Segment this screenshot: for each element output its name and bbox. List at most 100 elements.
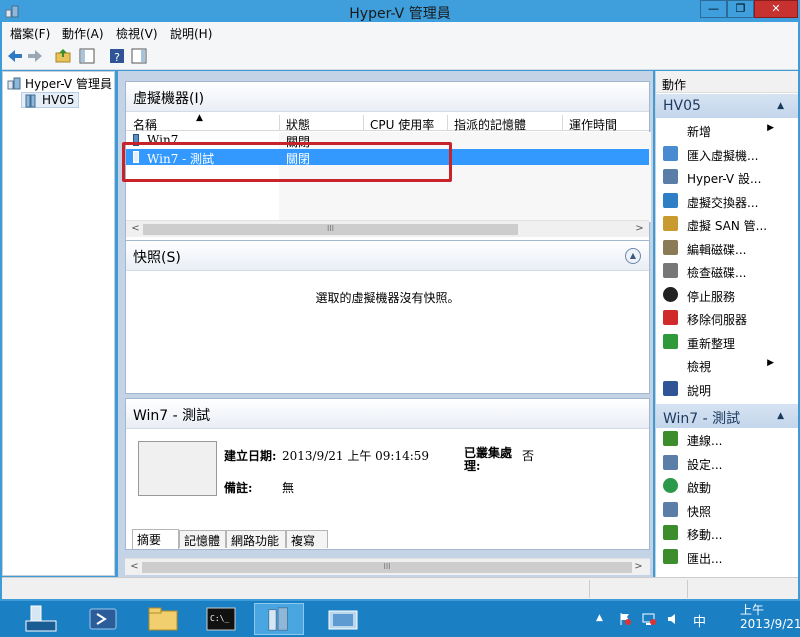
submenu-arrow-icon: ▶ (767, 123, 774, 133)
action-item[interactable]: 虛擬 SAN 管... (656, 213, 798, 236)
clustered-label: 已叢集處 理: (464, 446, 513, 473)
ime-indicator[interactable]: 中 (693, 611, 706, 630)
tab-networking[interactable]: 網路功能 (226, 530, 286, 548)
collapse-icon[interactable]: ▲ (625, 248, 641, 264)
actions-section-server[interactable]: HV05 ▲ (656, 94, 798, 118)
scroll-left-arrow[interactable]: < (128, 222, 143, 237)
action-item[interactable]: 匯出... (656, 546, 798, 569)
scroll-right-arrow[interactable]: > (631, 560, 646, 575)
collapse-icon[interactable]: ▲ (777, 411, 784, 421)
column-divider[interactable] (363, 115, 364, 131)
tab-memory[interactable]: 記憶體 (179, 530, 226, 548)
san-icon (663, 216, 678, 231)
scroll-thumb[interactable]: III (142, 562, 632, 573)
settings-icon (663, 454, 678, 470)
action-label: 編輯磁碟... (687, 242, 747, 257)
taskbar-clock[interactable]: 上午 2013/9/21 (740, 603, 800, 631)
tray-expand-icon[interactable]: ▲ (596, 613, 610, 627)
actions-section-vm[interactable]: Win7 - 測試 ▲ (656, 404, 798, 428)
action-label: 檢視 (687, 360, 712, 374)
detail-panel-title: Win7 - 測試 (126, 399, 649, 429)
action-center-flag-icon[interactable] (618, 612, 632, 626)
scroll-thumb[interactable]: III (143, 224, 518, 235)
powershell-icon[interactable] (78, 603, 128, 635)
center-hscrollbar[interactable]: < III > (125, 558, 650, 575)
volume-icon[interactable] (666, 612, 680, 626)
vm-connection-icon[interactable] (318, 603, 368, 635)
action-item[interactable]: 快照 (656, 499, 798, 522)
tab-summary[interactable]: 摘要 (132, 529, 179, 549)
toolbar: ? (2, 42, 798, 70)
clustered-value: 否 (522, 449, 535, 463)
column-divider[interactable] (279, 115, 280, 131)
vm-list-hscrollbar[interactable]: < III > (126, 220, 649, 237)
up-folder-icon[interactable] (54, 47, 72, 65)
scroll-left-arrow[interactable]: < (127, 560, 142, 575)
vm-panel-title: 虛擬機器(I) (126, 82, 649, 112)
title-bar[interactable]: Hyper-V 管理員 — ❐ ✕ (0, 0, 800, 22)
action-label: 移動... (687, 528, 723, 542)
column-memory[interactable]: 指派的記憶體 (454, 116, 526, 133)
remove-icon (663, 310, 678, 325)
menu-help[interactable]: 說明(H) (170, 25, 212, 42)
column-name[interactable]: 名稱 (133, 116, 157, 133)
stop-icon (663, 286, 678, 302)
action-item[interactable]: Hyper-V 設... (656, 166, 798, 189)
action-item[interactable]: 編輯磁碟... (656, 237, 798, 260)
action-item[interactable]: 設定... (656, 452, 798, 475)
network-icon[interactable] (642, 612, 656, 626)
column-uptime[interactable]: 運作時間 (569, 116, 617, 133)
file-explorer-icon[interactable] (138, 603, 188, 635)
column-cpu[interactable]: CPU 使用率 (370, 116, 434, 133)
column-divider[interactable] (562, 115, 563, 131)
menu-file[interactable]: 檔案(F) (10, 25, 50, 42)
server-manager-icon[interactable] (16, 603, 66, 635)
move-icon (663, 525, 678, 540)
section-server-label: HV05 (663, 98, 701, 114)
column-state[interactable]: 狀態 (286, 116, 310, 133)
tab-replication[interactable]: 複寫 (286, 530, 328, 548)
scroll-right-arrow[interactable]: > (632, 222, 647, 237)
svg-text:C:\_: C:\_ (210, 614, 229, 623)
svg-text:?: ? (114, 51, 120, 64)
action-label: 移除伺服器 (687, 313, 748, 327)
action-item[interactable]: 檢視 ▶ (656, 354, 798, 377)
back-icon[interactable] (6, 47, 24, 65)
show-hide-action-pane-icon[interactable] (130, 47, 148, 65)
minimize-button[interactable]: — (700, 0, 727, 18)
snapshot-panel-title: 快照(S) (126, 241, 649, 271)
action-item[interactable]: 移除伺服器 (656, 307, 798, 330)
tree-root-label: Hyper-V 管理員 (25, 77, 112, 91)
action-item[interactable]: 新增 ▶ (656, 119, 798, 142)
action-label: 新增 (687, 125, 712, 139)
action-item[interactable]: 檢查磁碟... (656, 260, 798, 283)
action-item[interactable]: 虛擬交換器... (656, 190, 798, 213)
command-prompt-icon[interactable]: C:\_ (196, 603, 246, 635)
close-button[interactable]: ✕ (754, 0, 798, 18)
maximize-button[interactable]: ❐ (727, 0, 754, 18)
collapse-icon[interactable]: ▲ (777, 101, 784, 111)
action-item[interactable]: 重新整理 (656, 331, 798, 354)
menu-view[interactable]: 檢視(V) (116, 25, 158, 42)
action-item[interactable]: 停止服務 (656, 284, 798, 307)
action-item[interactable]: 連線... (656, 428, 798, 451)
action-label: 設定... (687, 457, 723, 472)
action-item[interactable]: 啟動 (656, 475, 798, 498)
help-icon[interactable]: ? (108, 47, 126, 65)
window-title: Hyper-V 管理員 (349, 6, 451, 22)
edit-disk-icon (663, 239, 678, 255)
action-item[interactable]: 說明 (656, 378, 798, 401)
show-hide-tree-icon[interactable] (78, 47, 96, 65)
vm-thumbnail (138, 441, 217, 496)
action-item[interactable]: 移動... (656, 522, 798, 545)
menu-action[interactable]: 動作(A) (62, 25, 104, 42)
taskbar: C:\_ ▲ 中 上午 2013/9/21 (0, 601, 800, 637)
forward-icon[interactable] (26, 47, 44, 65)
start-icon (663, 478, 678, 493)
tree-item-hv05[interactable]: HV05 (21, 92, 79, 108)
submenu-arrow-icon: ▶ (767, 358, 774, 368)
hyperv-manager-taskbar-icon[interactable] (254, 603, 304, 635)
column-divider[interactable] (447, 115, 448, 131)
action-item[interactable]: 匯入虛擬機... (656, 143, 798, 166)
status-segment (2, 580, 590, 598)
